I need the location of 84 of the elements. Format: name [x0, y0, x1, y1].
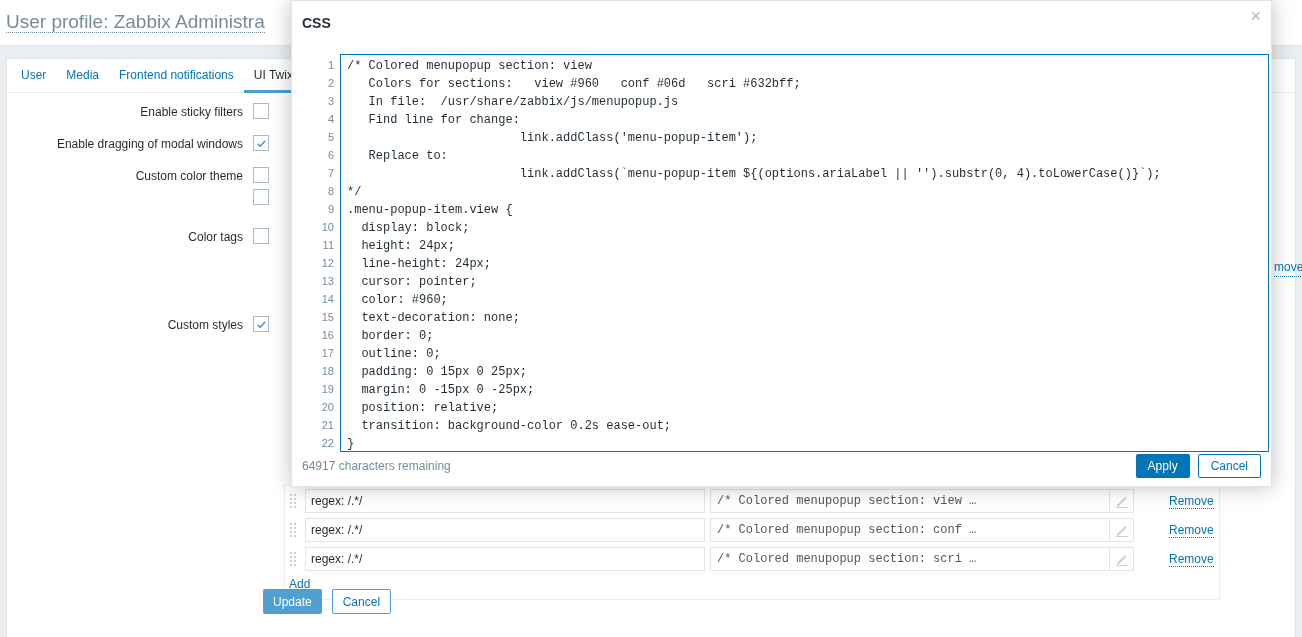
line-number: 16: [321, 328, 334, 343]
field-label: Color tags: [187, 229, 244, 246]
field-label: Custom color theme: [134, 168, 244, 185]
code-line: cursor: pointer;: [360, 274, 477, 291]
code-line: transition: background-color 0.2s ease-out;: [360, 418, 672, 435]
css-preview: /* Colored menupopup section: conf …: [716, 522, 978, 539]
page-title: User profile: Zabbix Administra: [6, 11, 265, 33]
line-number: 4: [327, 112, 334, 127]
dialog-title: CSS: [302, 14, 331, 33]
code-line: position: relative;: [360, 400, 499, 417]
line-number: 19: [321, 382, 334, 397]
apply-button[interactable]: Apply: [1135, 454, 1190, 478]
drag-handle-icon[interactable]: [289, 522, 297, 538]
css-preview: /* Colored menupopup section: view …: [716, 493, 978, 510]
remove-link[interactable]: Remove: [1169, 522, 1214, 538]
line-number: 9: [327, 202, 334, 217]
code-line: Find line for change:: [367, 112, 520, 129]
code-line: color: #960;: [360, 292, 448, 309]
line-number: 1: [327, 58, 334, 73]
code-line: display: block;: [360, 220, 470, 237]
code-line: /* Colored menupopup section: view: [347, 58, 592, 75]
characters-remaining: 64917 characters remaining: [302, 458, 451, 475]
tab[interactable]: User: [11, 59, 57, 93]
field-label: Custom styles: [166, 317, 244, 334]
cancel-button[interactable]: Cancel: [1197, 454, 1261, 478]
css-field[interactable]: /* Colored menupopup section: conf …: [710, 518, 1134, 542]
line-number: 12: [321, 256, 334, 271]
remove-link[interactable]: move: [1274, 258, 1302, 277]
code-line: */: [347, 184, 362, 201]
line-number: 11: [322, 238, 334, 253]
code-line: height: 24px;: [360, 238, 456, 255]
check-icon: [255, 318, 267, 330]
line-number: 10: [321, 220, 334, 235]
code-line: line-height: 24px;: [360, 256, 492, 273]
line-number: 7: [327, 166, 334, 181]
code-line: link.addClass(`menu-popup-item ${(options.ariaLabel || '').substr(0, 4).toLowerCase()}`);: [518, 166, 1161, 183]
code-line: In file: /usr/share/zabbix/js/menupopup.js: [367, 94, 679, 111]
line-number: 22: [321, 436, 334, 451]
code-line: Colors for sections: view #960 conf #06d scri #632bff;: [367, 76, 801, 93]
pattern-field[interactable]: regex: /.*/: [305, 547, 705, 571]
drag-handle-icon[interactable]: [289, 551, 297, 567]
line-number: 15: [321, 310, 334, 325]
code-line: text-decoration: none;: [360, 310, 520, 327]
line-number: 14: [321, 292, 334, 307]
drag-handle-icon[interactable]: [289, 493, 297, 509]
line-number: 8: [327, 184, 334, 199]
checkbox[interactable]: [253, 135, 269, 151]
checkbox[interactable]: [253, 228, 269, 244]
code-line: outline: 0;: [360, 346, 441, 363]
css-preview: /* Colored menupopup section: scri …: [716, 551, 978, 568]
checkbox[interactable]: [253, 316, 269, 332]
line-number: 6: [327, 148, 334, 163]
line-number: 3: [327, 94, 334, 109]
css-field[interactable]: /* Colored menupopup section: scri …: [710, 547, 1134, 571]
cancel-button[interactable]: Cancel: [331, 589, 392, 614]
code-editor[interactable]: [340, 54, 1269, 452]
remove-link[interactable]: Remove: [1169, 551, 1214, 567]
code-line: padding: 0 15px 0 25px;: [360, 364, 528, 381]
line-number: 18: [321, 364, 334, 379]
tab[interactable]: Frontend notifications: [109, 59, 244, 93]
tab[interactable]: Media: [56, 59, 110, 93]
field-label: Enable sticky filters: [139, 104, 244, 121]
check-icon: [255, 137, 267, 149]
line-number: 21: [321, 418, 334, 433]
code-line: link.addClass('menu-popup-item');: [518, 130, 758, 147]
update-button[interactable]: Update: [263, 589, 322, 614]
code-line: margin: 0 -15px 0 -25px;: [360, 382, 535, 399]
pattern-field[interactable]: regex: /.*/: [305, 489, 705, 513]
line-number: 13: [321, 274, 334, 289]
code-line: .menu-popup-item.view {: [347, 202, 513, 219]
checkbox[interactable]: [253, 103, 269, 119]
checkbox[interactable]: [253, 189, 269, 205]
code-line: Replace to:: [367, 148, 448, 165]
line-number: 5: [327, 130, 334, 145]
field-label: Enable dragging of modal windows: [55, 136, 244, 153]
line-number: 17: [321, 346, 334, 361]
line-number: 20: [321, 400, 334, 415]
pattern-field[interactable]: regex: /.*/: [305, 518, 705, 542]
remove-link[interactable]: Remove: [1169, 493, 1214, 509]
css-field[interactable]: /* Colored menupopup section: view …: [710, 489, 1134, 513]
line-number: 2: [327, 76, 334, 91]
code-line: border: 0;: [360, 328, 434, 345]
checkbox[interactable]: [253, 167, 269, 183]
code-line: }: [347, 436, 355, 453]
